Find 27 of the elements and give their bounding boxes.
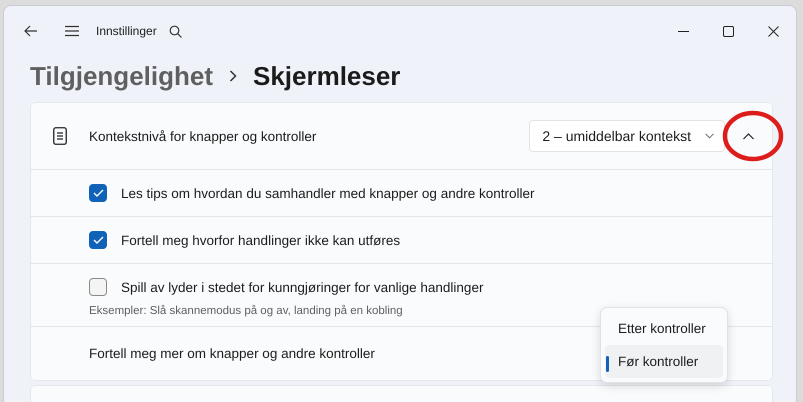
setting-label: Kontekstnivå for knapper og kontroller — [89, 128, 316, 144]
checkmark-icon — [92, 189, 104, 197]
chevron-right-icon — [228, 70, 237, 82]
breadcrumb-link[interactable]: Tilgjengelighet — [30, 60, 213, 92]
checkbox[interactable] — [89, 231, 107, 249]
menu-icon[interactable] — [64, 25, 80, 37]
context-level-dropdown[interactable]: 2 – umiddelbar kontekst — [529, 120, 725, 152]
checkbox-label: Les tips om hvordan du samhandler med knapper og andre kontroller — [121, 186, 534, 200]
menu-item[interactable]: Etter kontroller — [605, 312, 723, 345]
setting-label: Fortell meg mer om knapper og andre kontroller — [89, 346, 375, 361]
checkbox[interactable] — [89, 184, 107, 202]
checkbox-label: Spill av lyder i stedet for kunngjøringer for vanlige handlinger — [121, 280, 484, 294]
checkbox-label: Fortell meg hvorfor handlinger ikke kan utføres — [121, 232, 400, 248]
window-title: Innstillinger — [96, 24, 157, 38]
checkmark-icon — [92, 236, 104, 244]
document-icon — [53, 127, 67, 145]
highlight-circle — [722, 110, 784, 162]
back-arrow-icon[interactable] — [24, 25, 38, 37]
page-title: Skjermleser — [252, 60, 400, 92]
search-icon[interactable] — [168, 24, 182, 38]
chevron-up-icon — [742, 132, 754, 140]
checkbox[interactable] — [89, 278, 107, 296]
menu-item[interactable]: Før kontroller — [605, 345, 723, 378]
chevron-down-icon — [705, 133, 714, 139]
close-icon[interactable] — [768, 26, 779, 36]
maximize-icon[interactable] — [723, 26, 734, 36]
option-description: Eksempler: Slå skannemodus på og av, landing på en kobling — [89, 305, 404, 317]
